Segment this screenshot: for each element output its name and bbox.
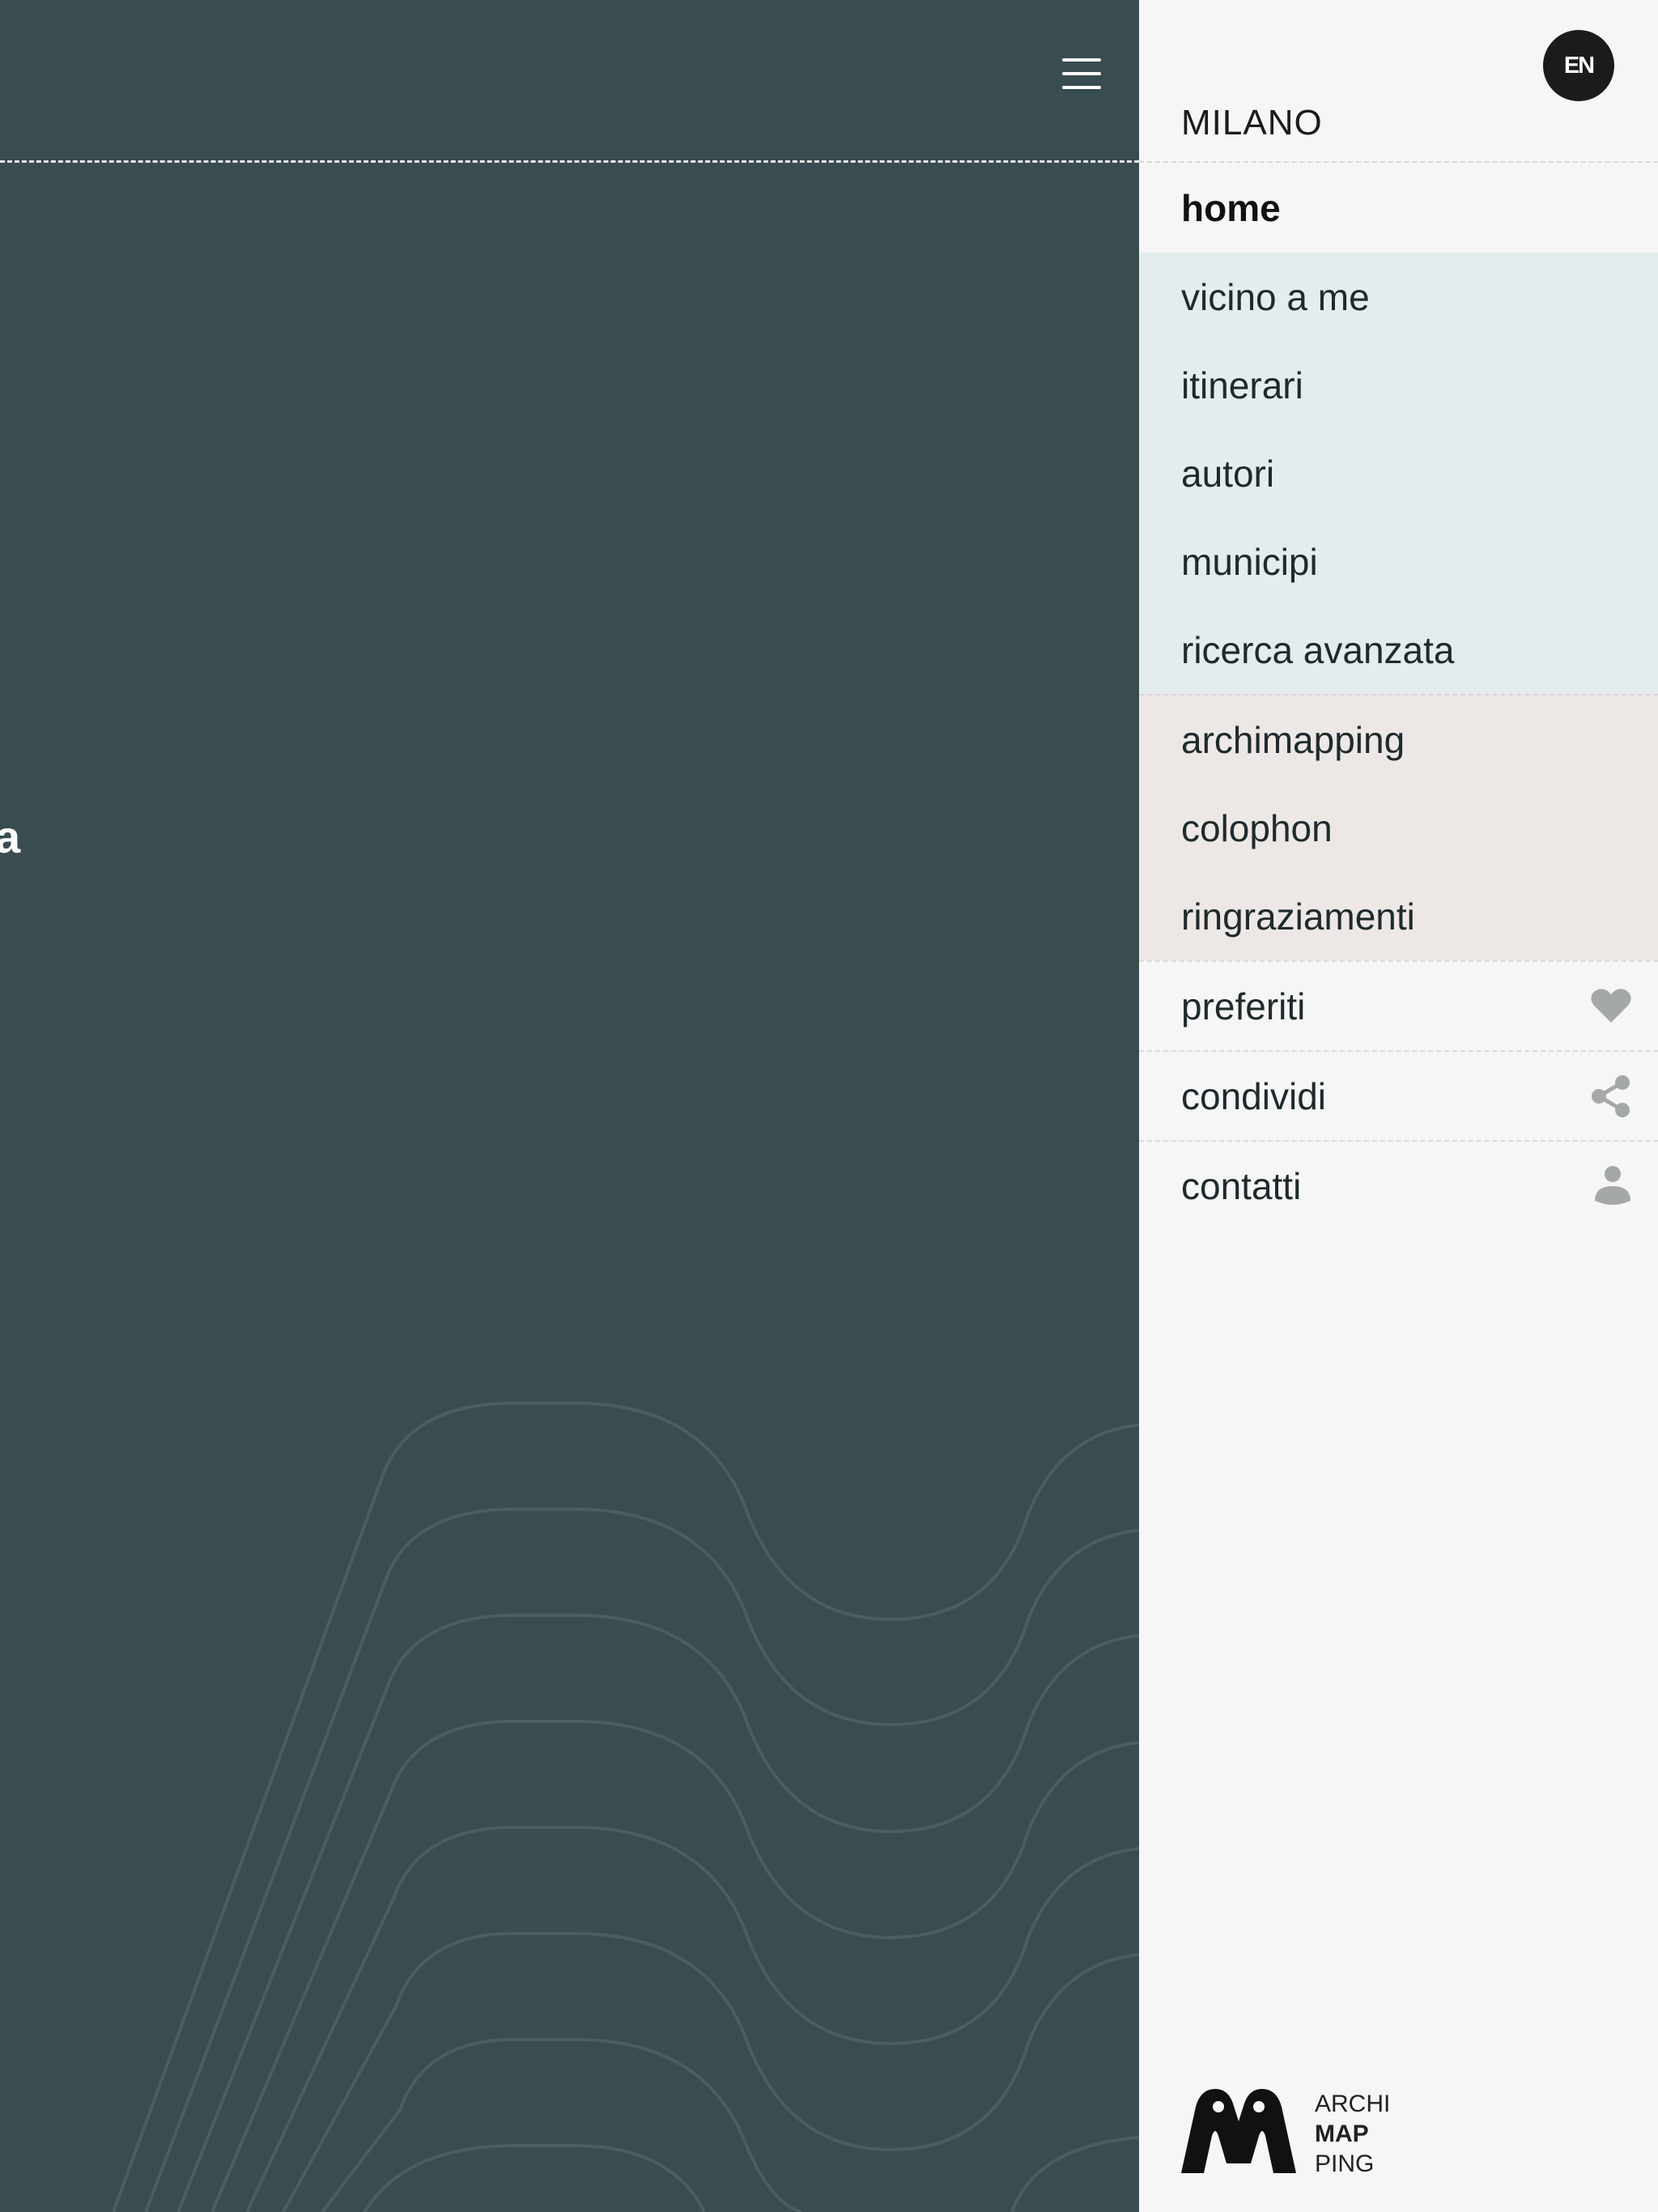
main-panel: a (0, 0, 1139, 2212)
navigation-drawer: EN MILANO home vicino a me itinerari aut… (1139, 0, 1658, 2212)
menu-item-ricerca-avanzata[interactable]: ricerca avanzata (1139, 606, 1658, 694)
logo-line-ping: PING (1315, 2150, 1375, 2177)
menu-item-home[interactable]: home (1139, 163, 1658, 253)
menu-item-ringraziamenti[interactable]: ringraziamenti (1139, 872, 1658, 960)
drawer-menu: home vicino a me itinerari autori munici… (1139, 163, 1658, 1230)
hamburger-icon[interactable] (1059, 55, 1104, 94)
header-divider (0, 160, 1139, 163)
logo-line-archi: ARCHI (1315, 2091, 1391, 2117)
menu-item-vicino-a-me[interactable]: vicino a me (1139, 253, 1658, 341)
menu-item-preferiti[interactable]: preferiti (1139, 960, 1658, 1050)
menu-item-condividi-label: condividi (1181, 1074, 1326, 1117)
logo-mark-icon (1181, 2089, 1296, 2173)
user-icon (1595, 1165, 1630, 1205)
menu-item-archimapping[interactable]: archimapping (1139, 696, 1658, 784)
partial-heading: a (0, 811, 21, 862)
menu-group-explore: vicino a me itinerari autori municipi ri… (1139, 253, 1658, 694)
logo-wordmark: ARCHI MAP PING (1315, 2089, 1390, 2179)
heart-icon (1591, 988, 1631, 1023)
menu-item-contatti[interactable]: contatti (1139, 1140, 1658, 1230)
menu-item-itinerari[interactable]: itinerari (1139, 341, 1658, 429)
logo-line-map: MAP (1315, 2121, 1369, 2147)
language-switch-button[interactable]: EN (1543, 30, 1614, 101)
menu-item-autori[interactable]: autori (1139, 429, 1658, 517)
menu-item-condividi[interactable]: condividi (1139, 1050, 1658, 1140)
menu-item-municipi[interactable]: municipi (1139, 517, 1658, 606)
app-root: a EN MILANO home vicino a me itinerari a… (0, 0, 1658, 2212)
menu-group-about: archimapping colophon ringraziamenti (1139, 694, 1658, 960)
contour-lines-decoration (112, 1402, 1139, 2212)
menu-item-contatti-label: contatti (1181, 1164, 1302, 1207)
archimapping-logo: ARCHI MAP PING (1181, 2089, 1424, 2178)
menu-item-colophon[interactable]: colophon (1139, 784, 1658, 872)
menu-item-preferiti-label: preferiti (1181, 985, 1306, 1027)
share-icon (1592, 1074, 1630, 1117)
city-label: MILANO (1181, 103, 1323, 143)
